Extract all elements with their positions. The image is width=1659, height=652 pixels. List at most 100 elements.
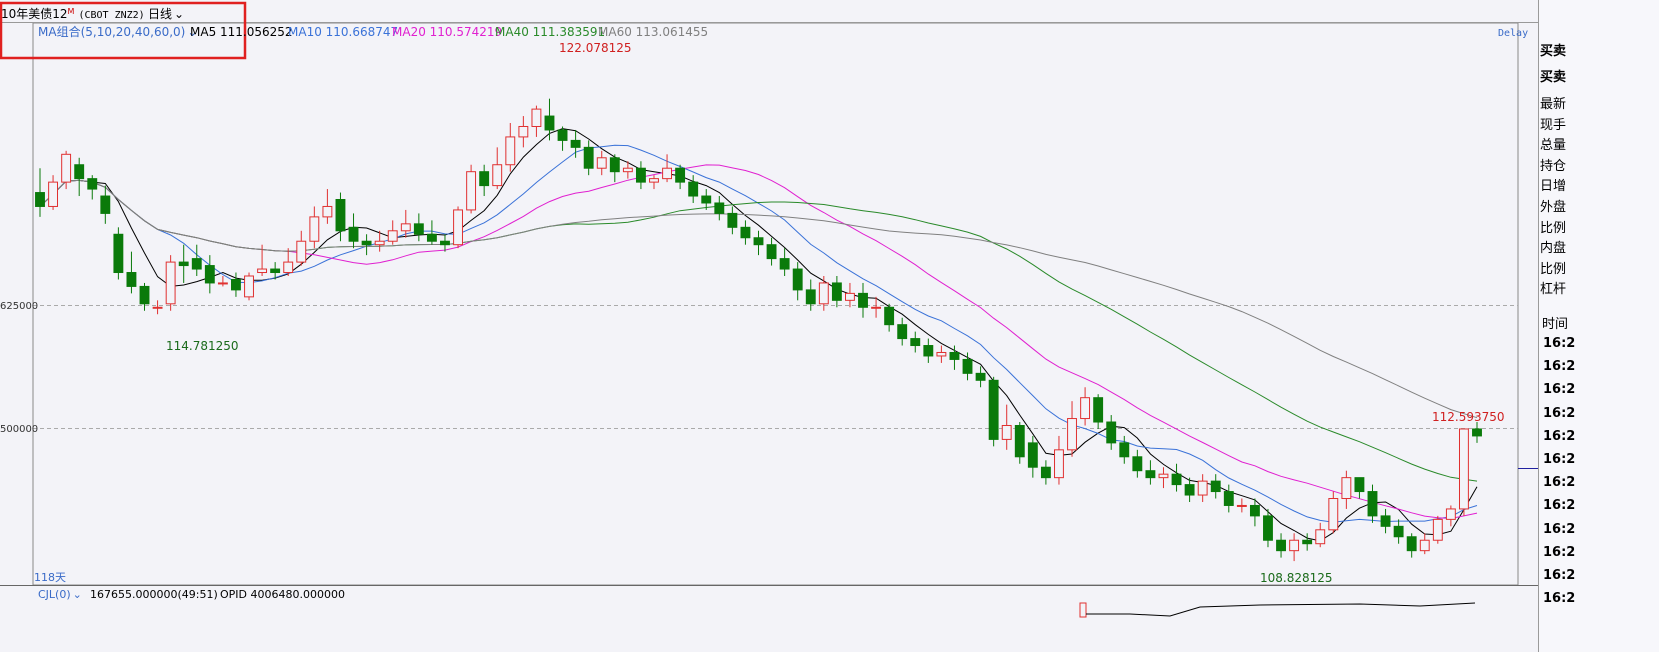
candle-body [1040,466,1051,479]
candle-body [61,153,72,183]
chart-frame [32,22,1519,586]
tab-buy-sell-1[interactable]: 买卖 [1540,40,1566,59]
low-annotation-left: 114.781250 [166,339,239,353]
candle-body [910,338,921,347]
candle-body [609,157,620,173]
ma10-label: MA10 110.668747 [288,25,398,39]
candle-body [1367,491,1378,517]
candle-body [1054,449,1064,479]
candle-body [309,216,320,242]
candle-body [35,192,45,207]
candle-body [413,223,424,235]
candle-body [1210,480,1221,493]
candle-body [1328,498,1339,531]
candle-body [139,285,150,305]
candle-body [1432,518,1443,541]
ma-group-selector[interactable]: MA组合(5,10,20,40,60,0) ⌄ [38,24,197,39]
candle-body [818,282,829,305]
candle-body [1119,442,1130,458]
tab-buy-sell-2[interactable]: 买卖 [1540,66,1566,85]
candle-body [949,351,960,360]
candle-body [583,146,594,169]
candle-body [962,358,973,374]
quote-label: 比例 [1540,261,1567,277]
candle-body [231,278,241,291]
candle-body [688,181,699,197]
candle-body [217,282,228,285]
candle-body [936,351,947,357]
period-selector[interactable]: 日线 ⌄ [148,7,184,21]
candle-body [831,282,842,301]
candle-body [544,115,555,131]
candle-body [492,164,503,187]
candle-body [1132,456,1143,472]
candle-body [1158,473,1169,479]
time-header: 时间 [1542,317,1569,332]
delay-label: Delay [1498,28,1528,39]
quote-label: 现手 [1540,117,1567,133]
candle-body [270,268,281,274]
candle-body [1354,477,1365,493]
quote-label: 总量 [1540,138,1567,154]
time-item: 16:2 [1543,544,1576,560]
candle-body [714,202,725,214]
candle-body [1289,539,1300,552]
candle-body [1276,539,1286,552]
time-item: 16:2 [1543,336,1576,351]
candle-body [1106,421,1117,444]
candle-body [374,240,385,246]
candle-body [701,195,712,204]
time-item: 16:2 [1543,382,1576,398]
candle-body [1249,504,1260,517]
candle-body [792,268,803,291]
candle-body [335,199,346,232]
cjl-selector[interactable]: CJL(0) ⌄ [38,588,82,601]
candle-body [805,289,816,305]
candle-body [1184,484,1195,496]
candle-body [740,226,751,239]
candle-body [348,226,359,242]
candle-body [923,345,934,357]
quote-panel: 买卖 买卖 最新 现手 总量 持仓 日增 外盘 比例 内盘 比例 杠杆 时间 16:2 16:2 16… [1538,0,1659,652]
time-item: 16:2 [1543,428,1576,444]
candle-body [779,258,790,270]
candle-body [570,139,581,148]
candle-body [387,230,398,242]
candle-body [531,108,542,127]
ma60-label: MA60 113.061455 [598,25,708,39]
candle-body [622,167,633,173]
candle-body [1223,491,1234,506]
candle-body [557,129,568,141]
candle-body [1341,477,1352,500]
candle-body [466,171,477,211]
candle-body [988,379,999,440]
quote-label: 持仓 [1540,158,1567,174]
candle-body [296,240,307,263]
candle-body [440,240,450,246]
candle-body [1315,529,1326,545]
candle-body [1145,470,1156,479]
opid-value: OPID 4006480.000000 [220,588,345,601]
candle-body [1093,397,1104,423]
candle-body [1080,397,1091,420]
candle-body [48,181,59,207]
candle-body [426,233,437,242]
candle-body [400,223,411,232]
price-axis-label: 500000 [0,424,38,435]
candle-body [165,261,176,305]
candle-body [1393,525,1404,538]
candle-body [1171,473,1182,486]
volume-line [1086,602,1476,617]
candle-body [1236,504,1247,507]
quote-label: 外盘 [1540,200,1567,215]
candle-body [152,306,163,309]
candle-body [479,171,490,187]
candle-body [74,164,85,180]
candle-body [596,157,607,169]
candle-body [361,240,372,246]
quote-label: 比例 [1540,220,1567,236]
days-label: 118天 [34,571,66,584]
time-item: 16:2 [1543,521,1576,537]
candle-body [858,292,868,308]
candle-body [1380,515,1391,527]
